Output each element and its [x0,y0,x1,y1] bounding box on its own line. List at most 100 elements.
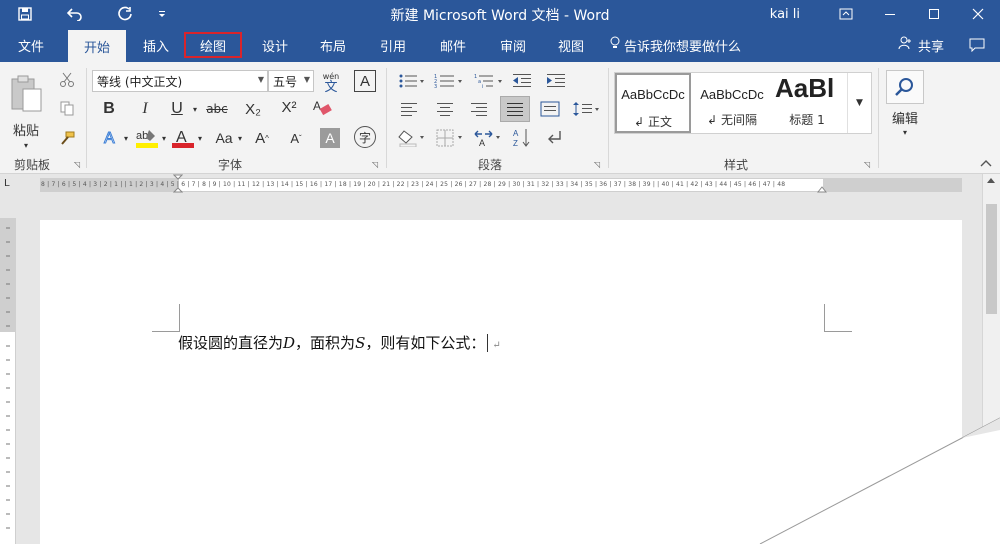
borders-icon[interactable] [434,126,468,150]
tab-design[interactable]: 设计 [250,28,300,62]
grow-font-button[interactable]: A ^ [250,126,274,150]
vertical-ruler[interactable] [0,218,16,544]
phonetic-guide-button[interactable]: wén 文 [318,68,344,96]
style-no-spacing-label: ↲ 无间隔 [693,111,771,128]
style-no-spacing[interactable]: AaBbCcDc ↲ 无间隔 [693,73,771,133]
styles-more-icon[interactable]: ▼ [847,73,871,133]
text-effects-icon[interactable]: A [100,126,122,148]
scroll-up-icon[interactable] [986,176,996,187]
svg-text:A: A [313,99,321,113]
minimize-icon[interactable] [868,0,912,28]
sort-icon[interactable]: AZ [510,126,534,150]
maximize-icon[interactable] [912,0,956,28]
scrollbar-thumb[interactable] [986,204,997,314]
underline-dropdown-icon[interactable]: ▾ [190,102,200,116]
user-name[interactable]: kai li [770,7,800,22]
underline-button[interactable]: U [164,98,190,120]
document-page[interactable]: 假设圆的直径为D，面积为S，则有如下公式： ↵ [40,220,962,544]
decrease-indent-icon[interactable] [510,70,534,92]
editing-dropdown-icon[interactable]: ▾ [898,126,912,138]
align-center-icon[interactable] [432,98,458,120]
redo-icon[interactable] [100,0,150,28]
collapse-ribbon-icon[interactable] [978,156,994,170]
font-name-select[interactable]: 等线 (中文正文) ▼ [92,70,268,92]
copy-icon[interactable] [56,98,78,118]
person-add-icon [898,36,912,54]
justify-icon[interactable] [500,96,530,122]
tab-mailings[interactable]: 邮件 [428,28,478,62]
multilevel-list-icon[interactable]: 1ai [472,70,506,92]
increase-indent-icon[interactable] [544,70,568,92]
save-icon[interactable] [0,0,50,28]
cut-icon[interactable] [56,70,78,90]
line-spacing-icon[interactable] [570,98,602,120]
format-painter-icon[interactable] [56,128,78,148]
share-label: 共享 [918,39,945,55]
change-case-button[interactable]: Aa [210,126,238,150]
ribbon-display-options-icon[interactable] [824,0,868,28]
tab-layout[interactable]: 布局 [308,28,358,62]
align-right-icon[interactable] [466,98,492,120]
highlight-color-icon[interactable]: ab [134,126,160,150]
tab-references[interactable]: 引用 [368,28,418,62]
svg-text:A: A [479,138,485,147]
enclose-characters-button[interactable]: 字 [354,126,376,148]
bullets-icon[interactable] [396,70,426,92]
superscript-button[interactable]: X² [274,96,304,118]
tab-review[interactable]: 审阅 [488,28,538,62]
styles-gallery: AaBbCcDc ↲ 正文 AaBbCcDc ↲ 无间隔 AaBl 标题 1 ▼ [614,72,872,134]
font-color-icon[interactable]: A [170,126,196,150]
clear-formatting-icon[interactable]: A [310,96,336,120]
style-normal[interactable]: AaBbCcDc ↲ 正文 [615,73,691,133]
search-icon[interactable] [886,70,924,104]
paste-icon[interactable] [6,70,46,116]
font-size-select[interactable]: 五号 ▼ [268,70,314,92]
font-name-value: 等线 (中文正文) [97,74,183,89]
undo-icon[interactable] [50,0,100,28]
customize-qat-icon[interactable] [150,0,174,28]
text-effects-dropdown-icon[interactable]: ▾ [122,132,130,144]
align-left-icon[interactable] [396,98,422,120]
editing-button[interactable]: 编辑 [884,108,926,127]
highlight-dropdown-icon[interactable]: ▾ [160,132,168,144]
font-color-dropdown-icon[interactable]: ▾ [196,132,204,144]
font-launcher-icon[interactable]: ◹ [372,160,378,169]
close-icon[interactable] [956,0,1000,28]
strikethrough-button[interactable]: abc [202,98,232,120]
subscript-button[interactable]: X₂ [238,98,268,120]
clipboard-launcher-icon[interactable]: ◹ [74,160,80,169]
change-case-dropdown-icon[interactable]: ▾ [236,132,244,144]
paste-button[interactable]: 粘贴 [4,120,48,139]
paste-dropdown-icon[interactable]: ▾ [18,140,34,150]
character-border-button[interactable]: A [354,70,376,92]
tab-draw[interactable]: 绘图 [184,32,242,58]
styles-launcher-icon[interactable]: ◹ [864,160,870,169]
style-no-spacing-sample: AaBbCcDc [700,87,764,102]
document-paragraph[interactable]: 假设圆的直径为D，面积为S，则有如下公式： ↵ [178,332,501,353]
quick-access-toolbar [0,0,174,28]
paragraph-launcher-icon[interactable]: ◹ [594,160,600,169]
tab-view[interactable]: 视图 [546,28,596,62]
right-indent-marker-icon[interactable] [816,180,828,194]
italic-button[interactable]: I [132,98,158,120]
show-marks-icon[interactable] [544,126,568,150]
ribbon-home: 粘贴 ▾ 剪贴板 ◹ 等线 (中文正文) ▼ 五号 ▼ wén 文 A B I … [0,62,1000,174]
tab-home[interactable]: 开始 [68,30,126,62]
tell-me-box[interactable]: 告诉我你想要做什么 [610,28,741,62]
tab-insert[interactable]: 插入 [130,28,182,62]
distributed-icon[interactable] [538,98,562,120]
tab-selector[interactable]: L [4,178,16,190]
share-button[interactable]: 共享 [898,28,944,62]
comments-icon[interactable] [964,28,990,62]
indent-marker-icon[interactable] [172,174,184,194]
asian-layout-icon[interactable]: A [472,126,506,150]
character-shading-button[interactable]: A [320,128,340,148]
style-heading-1[interactable]: AaBl 标题 1 [773,73,841,133]
shrink-font-button[interactable]: Aˇ [284,126,308,150]
chevron-down-icon: ▼ [257,75,264,84]
tab-file[interactable]: 文件 [6,28,56,62]
shading-icon[interactable] [396,126,430,150]
bold-button[interactable]: B [96,98,122,120]
numbering-icon[interactable]: 123 [432,70,466,92]
vertical-scrollbar[interactable] [982,174,1000,544]
